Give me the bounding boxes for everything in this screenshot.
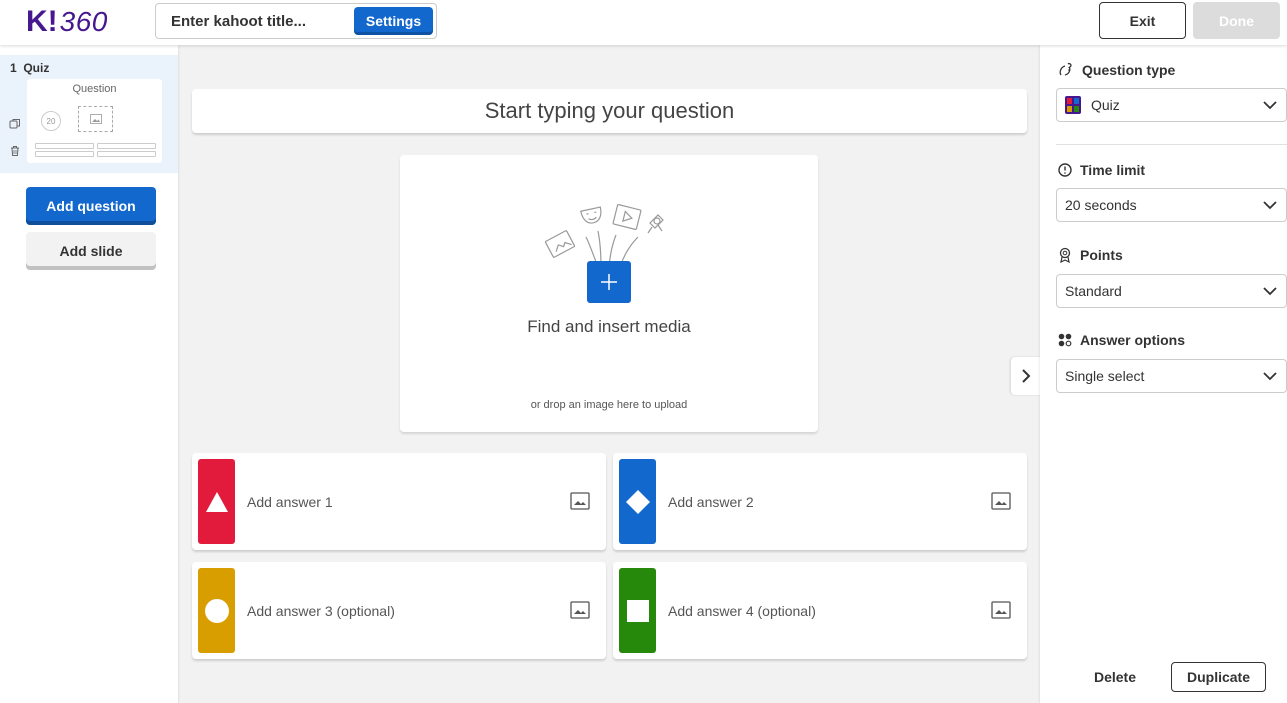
find-insert-media-text[interactable]: Find and insert media (400, 317, 818, 337)
collapse-panel-button[interactable] (1011, 357, 1041, 395)
quiz-type-icon (1065, 96, 1081, 114)
question-input-box (192, 89, 1027, 133)
drop-image-hint: or drop an image here to upload (530, 399, 688, 411)
answer-2[interactable]: Add answer 2 (613, 453, 1027, 550)
answer-options-select[interactable]: Single select (1056, 359, 1287, 393)
logo-number: 360 (59, 6, 108, 37)
answer-2-input[interactable]: Add answer 2 (668, 453, 754, 550)
answer-options-icon (1058, 333, 1072, 347)
thumbnail-answer (35, 151, 94, 157)
kahoot-title-input[interactable] (156, 4, 352, 38)
exit-button[interactable]: Exit (1099, 2, 1186, 39)
kahoot-360-logo[interactable]: K! 360 (26, 4, 108, 40)
slide-label: 1 Quiz (10, 61, 50, 75)
thumbnail-answer (35, 143, 94, 149)
points-select[interactable]: Standard (1056, 274, 1287, 308)
chevron-down-icon (1263, 201, 1277, 210)
image-icon[interactable] (991, 492, 1011, 510)
slide-thumbnail[interactable]: Question 20 (27, 79, 162, 163)
answer-options-heading: Answer options (1058, 332, 1185, 348)
insert-media-plus-button[interactable] (587, 261, 631, 303)
points-value: Standard (1065, 283, 1122, 299)
thumbnail-title: Question (72, 83, 117, 95)
add-slide-button[interactable]: Add slide (26, 232, 156, 270)
answer-4-shape (619, 568, 656, 653)
answer-1[interactable]: Add answer 1 (192, 453, 606, 550)
chevron-down-icon (1263, 287, 1277, 296)
kahoot-title-box: Settings (155, 3, 437, 39)
add-question-button[interactable]: Add question (26, 187, 156, 225)
left-sidebar: 1 Quiz Question 20 Add question Add slid… (0, 45, 178, 703)
plus-icon (601, 274, 617, 290)
duplicate-button[interactable]: Duplicate (1171, 662, 1266, 692)
divider (1056, 144, 1287, 145)
delete-button[interactable]: Delete (1080, 662, 1150, 692)
media-dropzone[interactable]: Find and insert media or drop an image h… (400, 155, 818, 432)
points-heading: Points (1058, 247, 1123, 263)
time-limit-label: Time limit (1080, 162, 1146, 178)
answer-options-value: Single select (1065, 368, 1145, 384)
question-type-value: Quiz (1091, 97, 1120, 113)
thumbnail-answer (97, 143, 156, 149)
duplicate-icon[interactable] (9, 118, 21, 130)
chevron-down-icon (1263, 101, 1277, 110)
slide-item-1[interactable]: 1 Quiz Question 20 (0, 55, 178, 173)
question-type-select[interactable]: Quiz (1056, 88, 1287, 122)
settings-button[interactable]: Settings (354, 7, 433, 35)
time-limit-value: 20 seconds (1065, 197, 1137, 213)
question-type-label: Question type (1082, 62, 1176, 78)
clock-icon (1058, 163, 1072, 177)
triangle-icon (205, 491, 228, 512)
trash-icon[interactable] (9, 145, 21, 157)
time-limit-select[interactable]: 20 seconds (1056, 188, 1287, 222)
answer-3[interactable]: Add answer 3 (optional) (192, 562, 606, 659)
thumbnail-timer: 20 (41, 111, 61, 131)
answer-3-input[interactable]: Add answer 3 (optional) (247, 562, 395, 659)
image-icon[interactable] (991, 601, 1011, 619)
square-icon (626, 599, 649, 622)
answer-1-input[interactable]: Add answer 1 (247, 453, 333, 550)
right-settings-panel: Question type Quiz Time limit 20 seconds… (1040, 45, 1287, 703)
thumbnail-image-icon (78, 106, 113, 132)
answer-1-shape (198, 459, 235, 544)
question-type-icon (1059, 62, 1072, 76)
points-label: Points (1080, 247, 1123, 263)
question-type-heading: Question type (1058, 62, 1175, 78)
answer-4[interactable]: Add answer 4 (optional) (613, 562, 1027, 659)
thumbnail-answer (97, 151, 156, 157)
question-input[interactable] (192, 89, 1027, 133)
answer-3-shape (198, 568, 235, 653)
logo-k: K! (26, 5, 58, 38)
time-limit-heading: Time limit (1058, 162, 1145, 178)
diamond-icon (625, 489, 650, 514)
image-icon[interactable] (570, 492, 590, 510)
answer-2-shape (619, 459, 656, 544)
circle-icon (204, 598, 229, 623)
top-bar: K! 360 Settings Exit Done (0, 0, 1287, 45)
chevron-right-icon (1022, 369, 1031, 383)
answer-4-input[interactable]: Add answer 4 (optional) (668, 562, 816, 659)
done-button[interactable]: Done (1193, 2, 1280, 39)
award-icon (1059, 247, 1071, 263)
chevron-down-icon (1263, 372, 1277, 381)
answer-options-label: Answer options (1080, 332, 1186, 348)
image-icon[interactable] (570, 601, 590, 619)
